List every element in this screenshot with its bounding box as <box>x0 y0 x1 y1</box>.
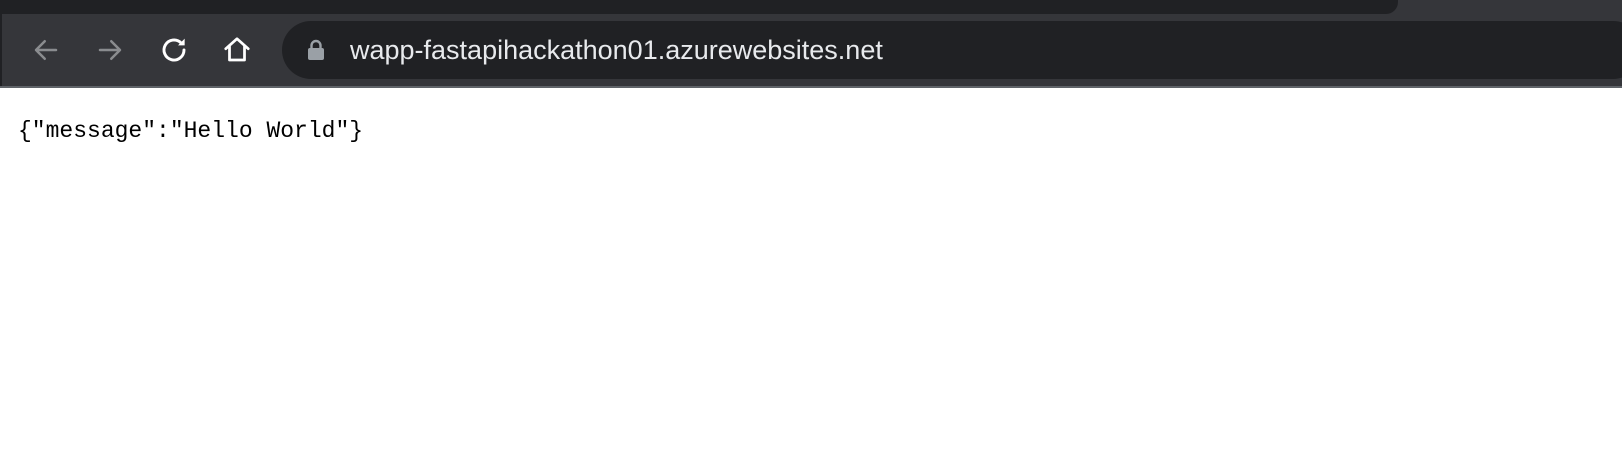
page-content: {"message":"Hello World"} <box>0 88 1622 454</box>
url-text[interactable]: wapp-fastapihackathon01.azurewebsites.ne… <box>350 21 883 79</box>
reload-icon <box>162 38 186 62</box>
forward-button[interactable] <box>88 28 132 72</box>
back-button[interactable] <box>24 28 68 72</box>
json-response-text: {"message":"Hello World"} <box>18 118 364 144</box>
forward-arrow-icon <box>98 40 122 60</box>
reload-button[interactable] <box>152 28 196 72</box>
active-tab[interactable] <box>0 0 1398 14</box>
browser-toolbar: wapp-fastapihackathon01.azurewebsites.ne… <box>0 14 1622 86</box>
browser-window: wapp-fastapihackathon01.azurewebsites.ne… <box>0 0 1622 454</box>
home-button[interactable] <box>215 28 259 72</box>
tab-strip <box>0 0 1622 14</box>
back-arrow-icon <box>34 40 58 60</box>
address-bar[interactable]: wapp-fastapihackathon01.azurewebsites.ne… <box>282 21 1622 79</box>
lock-icon[interactable] <box>307 39 325 61</box>
home-icon <box>224 37 250 62</box>
